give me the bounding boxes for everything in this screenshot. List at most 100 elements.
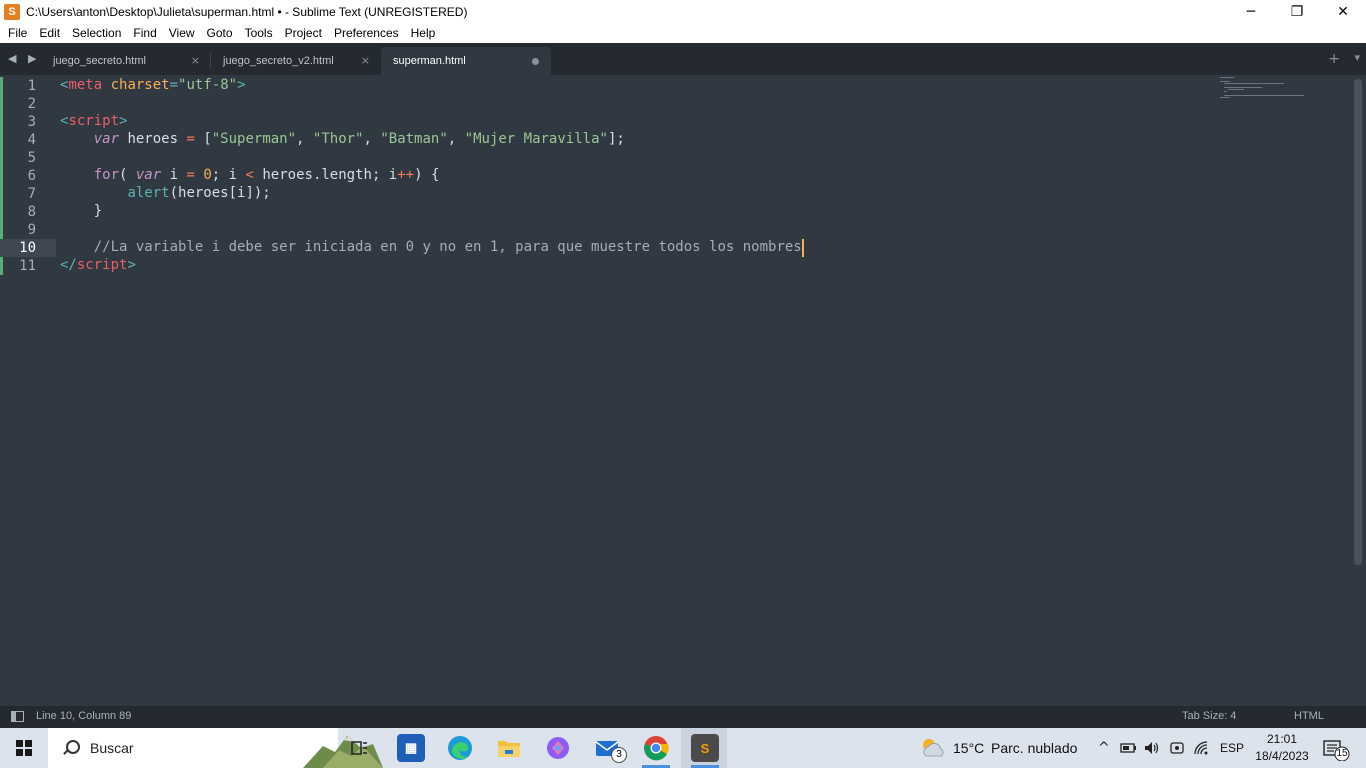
code-token: = xyxy=(186,167,195,183)
tab-close-icon[interactable]: × xyxy=(361,54,370,67)
windows-start-icon[interactable] xyxy=(16,740,32,756)
code-token: (heroes[i]); xyxy=(169,185,271,201)
tab-label: superman.html xyxy=(393,55,466,67)
code-token: [ xyxy=(194,131,212,147)
minimap-line xyxy=(1220,77,1234,78)
code-token: charset xyxy=(110,77,170,93)
vertical-scrollbar[interactable] xyxy=(1354,79,1362,565)
menu-find[interactable]: Find xyxy=(127,26,162,40)
tab-nav-arrows-icon[interactable]: ◀ ▶ xyxy=(8,52,40,65)
tab-list-chevron-icon[interactable]: ▾ xyxy=(1354,51,1360,64)
line-number: 10 xyxy=(19,240,36,256)
code-token: > xyxy=(127,257,136,273)
volume-icon[interactable] xyxy=(1143,740,1161,756)
code-line[interactable]: </script> xyxy=(60,257,136,275)
menu-selection[interactable]: Selection xyxy=(66,26,127,40)
code-token: </ xyxy=(60,257,77,273)
code-token: ++ xyxy=(397,167,415,183)
cursor-position: Line 10, Column 89 xyxy=(36,710,132,722)
menu-preferences[interactable]: Preferences xyxy=(328,26,405,40)
microsoft-store-icon[interactable]: ▦ xyxy=(397,734,425,762)
weather-temperature[interactable]: 15°C xyxy=(953,740,984,756)
menu-tools[interactable]: Tools xyxy=(239,26,279,40)
code-token: } xyxy=(60,203,103,219)
line-number-gutter: 1 2 3 4 5 6 7 8 9 10 11 xyxy=(0,75,56,706)
notification-count: 15 xyxy=(1336,748,1348,759)
battery-icon[interactable] xyxy=(1119,740,1137,756)
syntax-selector[interactable]: HTML xyxy=(1294,710,1324,722)
minimap-line xyxy=(1228,89,1244,90)
code-line[interactable]: } xyxy=(60,203,102,221)
menu-project[interactable]: Project xyxy=(279,26,328,40)
weather-cloud-icon[interactable] xyxy=(920,736,946,760)
maximize-button[interactable]: ❐ xyxy=(1274,0,1320,23)
clock-time[interactable]: 21:01 xyxy=(1254,732,1310,746)
menu-goto[interactable]: Goto xyxy=(201,26,239,40)
minimap[interactable] xyxy=(1220,75,1310,105)
code-token: , xyxy=(447,131,465,147)
task-view-icon[interactable] xyxy=(350,739,368,757)
code-line[interactable]: <script> xyxy=(60,113,127,131)
code-line[interactable]: var heroes = ["Superman", "Thor", "Batma… xyxy=(60,131,625,149)
close-button[interactable]: ✕ xyxy=(1320,0,1366,23)
windows-taskbar: Buscar ▦ 3 S 15°C Parc. nublado ^ ESP 21… xyxy=(0,728,1366,768)
code-line[interactable]: for( var i = 0; i < heroes.length; i++) … xyxy=(60,167,440,185)
window-controls: ─ ❐ ✕ xyxy=(1228,0,1366,23)
code-token: meta xyxy=(68,77,103,93)
code-token: script xyxy=(76,257,128,273)
minimap-line xyxy=(1224,87,1262,88)
tab-close-icon[interactable]: × xyxy=(191,54,200,67)
menu-help[interactable]: Help xyxy=(405,26,442,40)
code-token: ]; xyxy=(607,131,625,147)
code-line[interactable]: <meta charset="utf-8"> xyxy=(60,77,246,95)
menu-view[interactable]: View xyxy=(163,26,201,40)
minimap-line xyxy=(1224,95,1304,96)
code-line[interactable]: alert(heroes[i]); xyxy=(60,185,271,203)
code-token: for xyxy=(93,167,120,183)
code-token: "Superman" xyxy=(211,131,297,147)
code-token: heroes xyxy=(119,131,187,147)
weather-description[interactable]: Parc. nublado xyxy=(991,740,1077,756)
tab-size-selector[interactable]: Tab Size: 4 xyxy=(1182,710,1236,722)
minimize-button[interactable]: ─ xyxy=(1228,0,1274,23)
tab-juego-secreto-v2[interactable]: juego_secreto_v2.html × xyxy=(210,47,380,75)
code-token: 0 xyxy=(203,167,212,183)
wifi-icon[interactable] xyxy=(1193,740,1211,756)
tray-overflow-chevron-icon[interactable]: ^ xyxy=(1098,740,1110,756)
code-token: var xyxy=(135,167,162,183)
clock-date[interactable]: 18/4/2023 xyxy=(1254,749,1310,763)
meet-now-icon[interactable] xyxy=(1169,740,1185,756)
tab-juego-secreto[interactable]: juego_secreto.html × xyxy=(40,47,210,75)
sidebar-toggle-icon[interactable] xyxy=(11,711,24,722)
sublime-text-window: S C:\Users\anton\Desktop\Julieta\superma… xyxy=(0,0,1366,768)
code-token: , xyxy=(363,131,381,147)
menu-file[interactable]: File xyxy=(2,26,33,40)
menu-edit[interactable]: Edit xyxy=(33,26,66,40)
sublime-text-taskbar-icon[interactable]: S xyxy=(691,734,719,762)
editor-area[interactable]: 1 2 3 4 5 6 7 8 9 10 11 <meta charset="utf-8"> <scr… xyxy=(0,75,1366,706)
text-caret xyxy=(801,239,804,257)
line-number: 11 xyxy=(19,258,36,274)
code-line[interactable]: //La variable i debe ser iniciada en 0 y… xyxy=(60,239,804,257)
input-language[interactable]: ESP xyxy=(1220,741,1244,755)
tab-label: juego_secreto_v2.html xyxy=(223,55,334,67)
new-tab-plus-icon[interactable]: + xyxy=(1328,51,1340,67)
tab-label: juego_secreto.html xyxy=(53,55,146,67)
code-token: //La variable i debe ser iniciada en 0 y… xyxy=(93,239,802,255)
line-number: 9 xyxy=(27,222,36,238)
code-token: = xyxy=(169,77,179,93)
copilot-icon[interactable] xyxy=(544,734,572,762)
tab-superman[interactable]: superman.html xyxy=(381,47,551,75)
line-number: 8 xyxy=(27,204,36,220)
chrome-icon[interactable] xyxy=(642,734,670,762)
code-token: heroes.length; i xyxy=(253,167,398,183)
edge-icon[interactable] xyxy=(446,734,474,762)
search-highlight-art-icon xyxy=(303,736,383,768)
minimap-line xyxy=(1220,97,1230,98)
code-token: script xyxy=(68,113,120,129)
unsaved-dot-icon[interactable] xyxy=(532,58,539,65)
file-explorer-icon[interactable] xyxy=(495,734,523,762)
taskbar-search[interactable]: Buscar xyxy=(48,728,383,768)
